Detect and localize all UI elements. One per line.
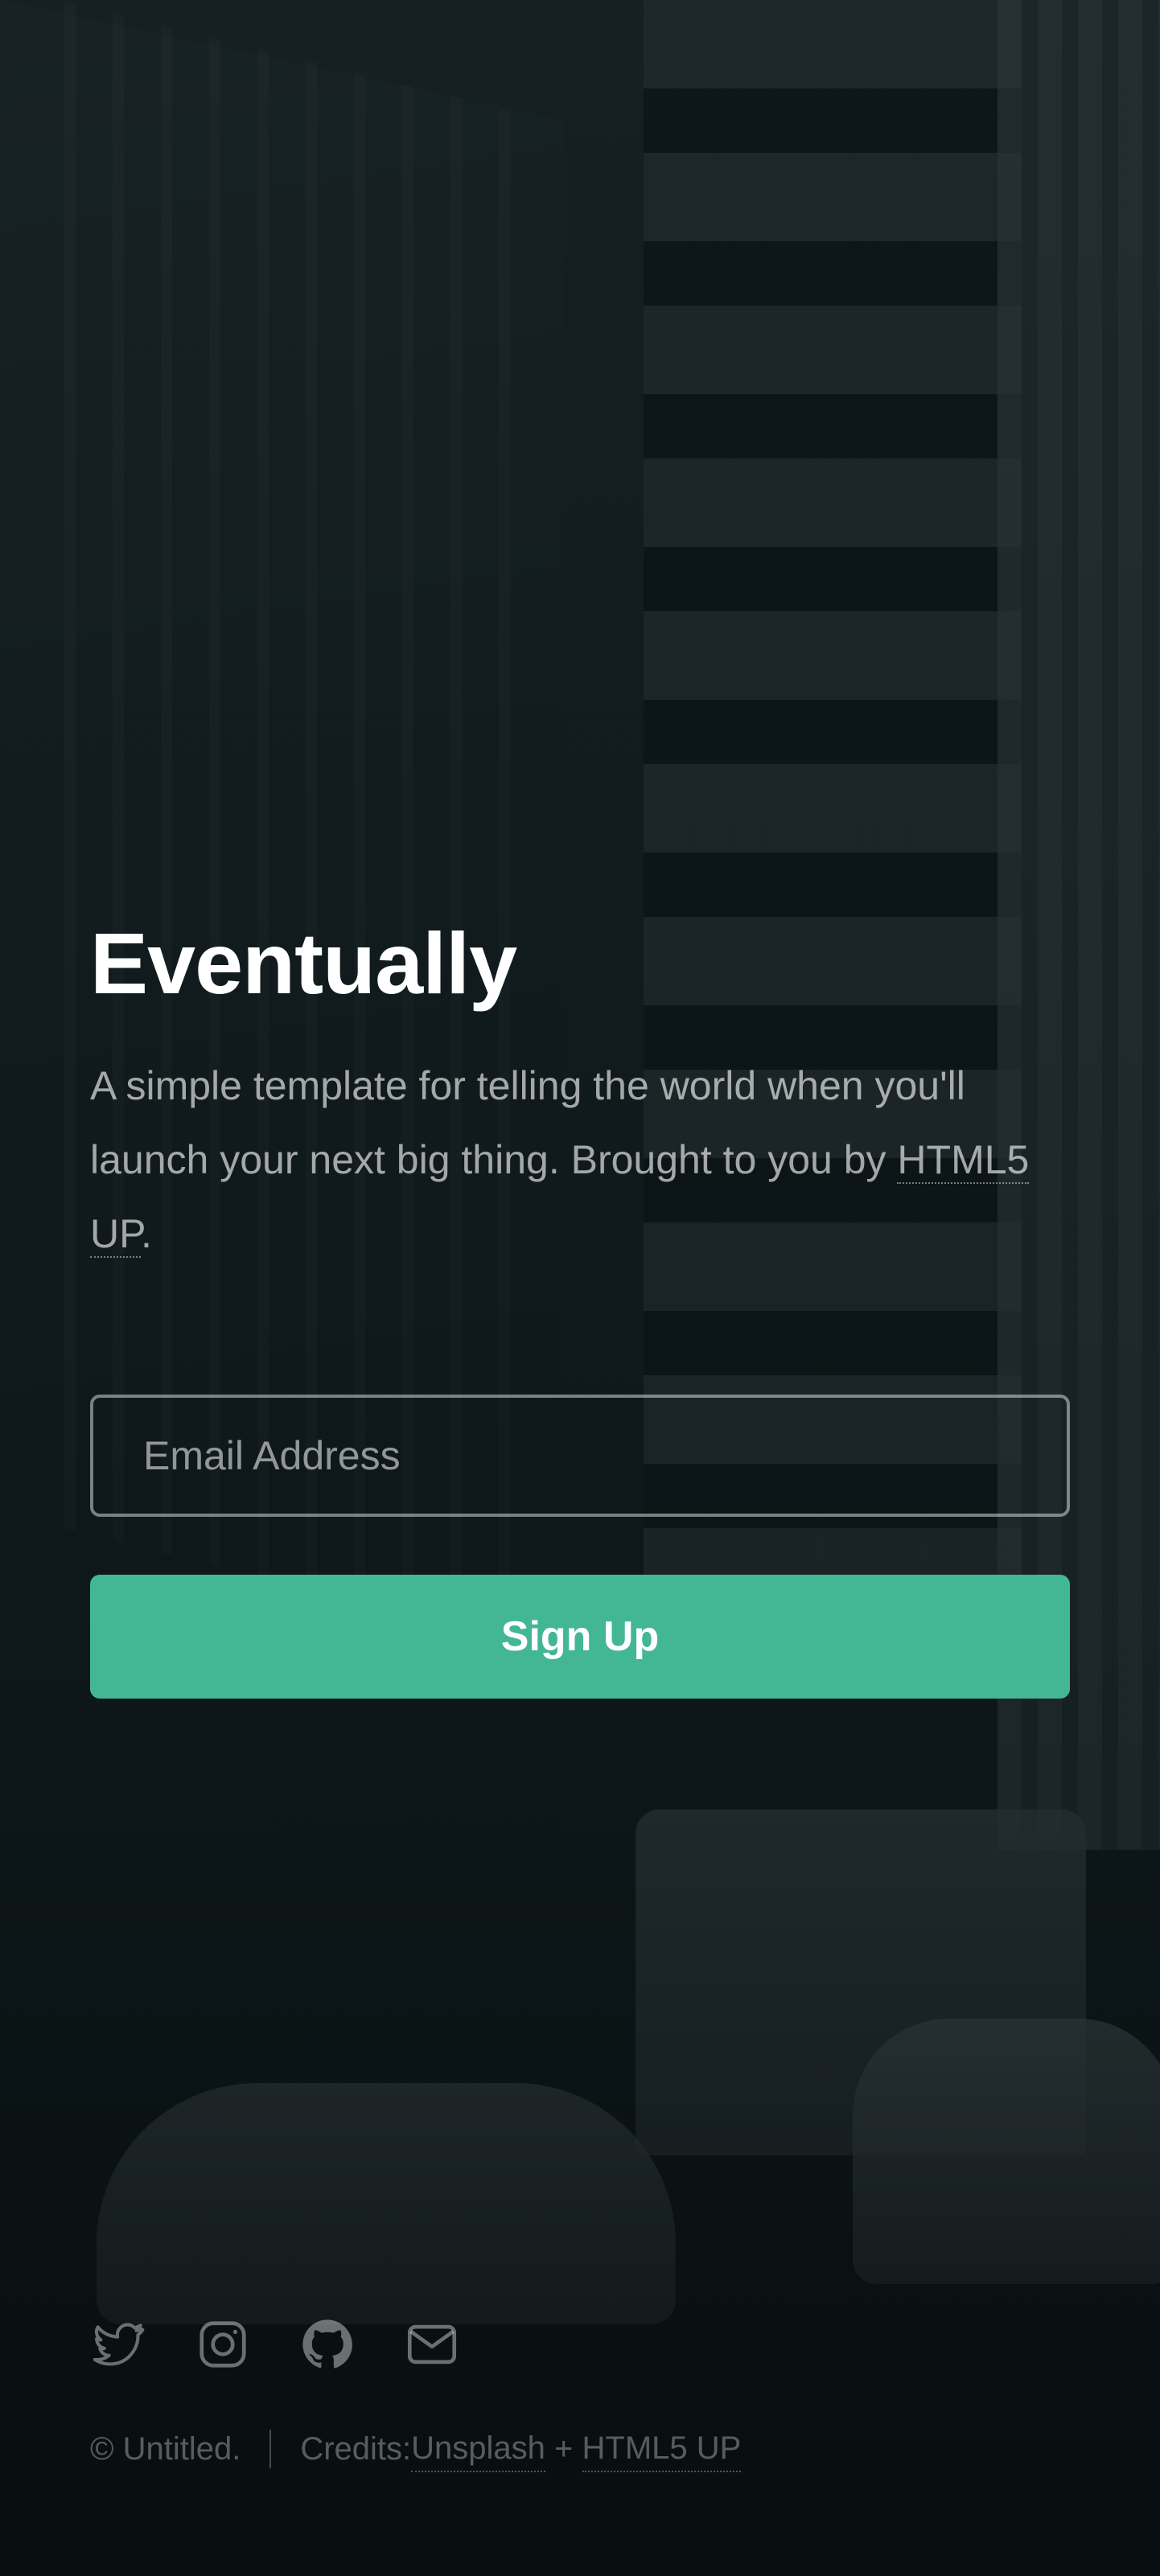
credits-join: + — [545, 2431, 582, 2467]
sign-up-button[interactable]: Sign Up — [90, 1575, 1070, 1699]
html5up-credit-link[interactable]: HTML5 UP — [582, 2426, 742, 2472]
social-icons — [90, 2316, 508, 2373]
hero: Eventually A simple template for telling… — [90, 909, 1070, 1699]
page-description: A simple template for telling the world … — [90, 1049, 1070, 1271]
envelope-icon[interactable] — [404, 2316, 460, 2373]
signup-form: Sign Up — [90, 1395, 1070, 1699]
instagram-icon[interactable] — [195, 2316, 251, 2373]
copyright: © Untitled. Credits: Unsplash + HTML5 UP — [90, 2426, 742, 2472]
github-icon[interactable] — [299, 2316, 356, 2373]
footer-divider — [269, 2430, 272, 2468]
credits-label: Credits: — [300, 2431, 412, 2467]
twitter-icon[interactable] — [90, 2316, 146, 2373]
description-text: A simple template for telling the world … — [90, 1063, 965, 1182]
description-end: . — [141, 1211, 152, 1256]
copyright-text: © Untitled. — [90, 2431, 241, 2467]
page-title: Eventually — [90, 914, 517, 1012]
unsplash-link[interactable]: Unsplash — [411, 2426, 545, 2472]
email-input[interactable] — [90, 1395, 1070, 1517]
